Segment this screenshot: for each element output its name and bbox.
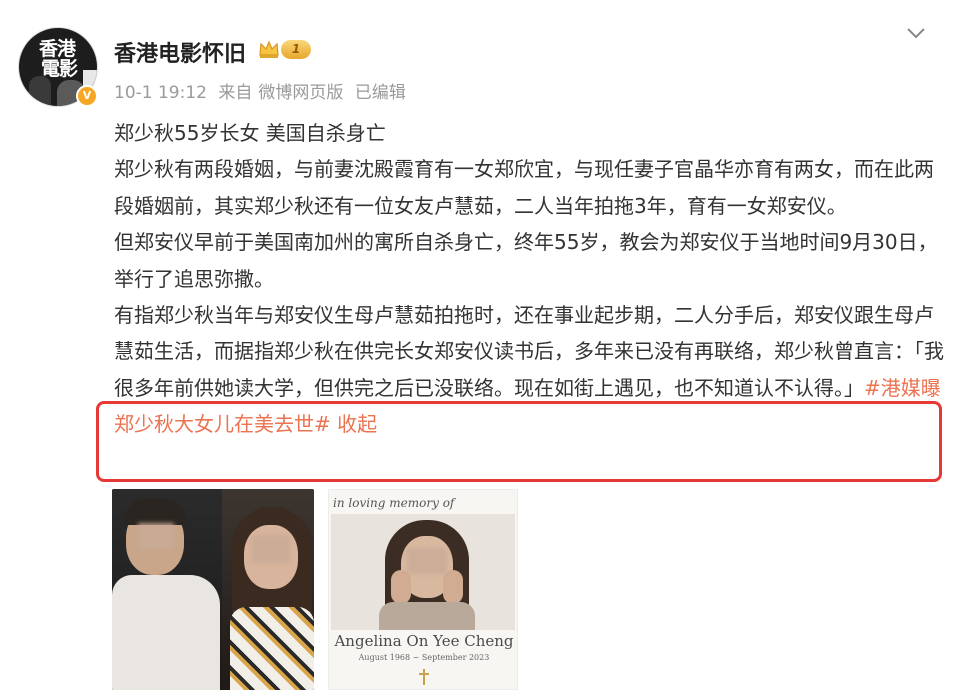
username[interactable]: 香港电影怀旧	[114, 36, 246, 68]
level-badge[interactable]: 1	[281, 40, 311, 59]
chevron-down-icon[interactable]	[906, 26, 926, 40]
verified-badge-icon: V	[76, 85, 98, 107]
edited-label[interactable]: 已编辑	[355, 83, 406, 103]
image-figure	[379, 602, 475, 630]
image-figure	[124, 499, 186, 525]
crown-icon	[259, 40, 279, 58]
highlight-box	[96, 401, 942, 482]
memorial-dates: August 1968 ~ September 2023	[358, 653, 490, 662]
post-content: 郑少秋55岁长女 美国自杀身亡 郑少秋有两段婚姻，与前妻沈殿霞育有一女郑欣宜，与…	[114, 115, 944, 443]
memorial-photo	[331, 514, 515, 630]
post-meta: 10-1 19:12 来自 微博网页版 已编辑	[114, 78, 412, 103]
image-figure	[112, 575, 220, 690]
face-blur	[252, 535, 290, 563]
post-image[interactable]	[112, 489, 314, 690]
cross-icon	[419, 669, 429, 685]
post-paragraph: 郑少秋有两段婚姻，与前妻沈殿霞育有一女郑欣宜，与现任妻子官晶华亦育有两女，而在此…	[114, 157, 934, 218]
memorial-header: in loving memory of	[333, 496, 455, 510]
memorial-name: Angelina On Yee Cheng	[334, 632, 514, 650]
face-blur	[407, 548, 447, 574]
source-prefix: 来自	[218, 83, 253, 103]
avatar-figure	[29, 76, 51, 106]
image-figure	[443, 570, 463, 604]
memorial-image[interactable]: in loving memory of Angelina On Yee Chen…	[328, 489, 518, 690]
image-figure	[391, 570, 411, 604]
post-source[interactable]: 微博网页版	[258, 83, 343, 103]
post-date[interactable]: 10-1 19:12	[114, 83, 207, 103]
post-title: 郑少秋55岁长女 美国自杀身亡	[114, 121, 386, 145]
post-paragraph: 但郑安仪早前于美国南加州的寓所自杀身亡，终年55岁，教会为郑安仪于当地时间9月3…	[114, 230, 938, 291]
post-paragraph-text: 有指郑少秋当年与郑安仪生母卢慧茹拍拖时，还在事业起步期，二人分手后，郑安仪跟生母…	[114, 303, 944, 400]
face-blur	[138, 523, 174, 549]
image-figure	[230, 607, 314, 690]
